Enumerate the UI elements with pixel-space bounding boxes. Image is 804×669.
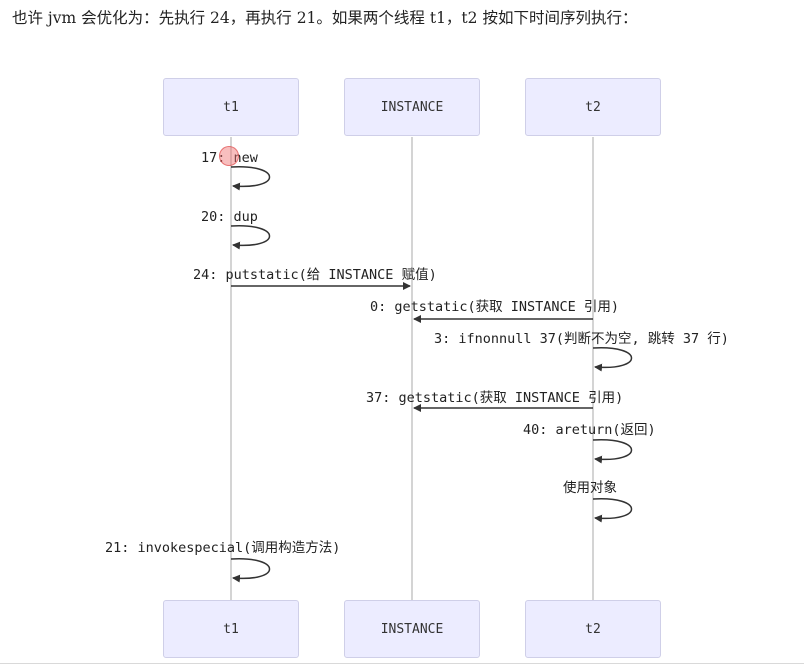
message-label-40: 40: areturn(返回) xyxy=(523,422,656,438)
message-label-use: 使用对象 xyxy=(563,480,617,496)
participant-t1-bottom: t1 xyxy=(163,600,299,658)
participant-t2-bottom: t2 xyxy=(525,600,661,658)
participant-t1-top: t1 xyxy=(163,78,299,136)
divider xyxy=(0,663,804,664)
message-label-3: 3: ifnonnull 37(判断不为空, 跳转 37 行) xyxy=(434,331,729,347)
message-label-37: 37: getstatic(获取 INSTANCE 引用) xyxy=(366,390,624,406)
self-loop-use xyxy=(592,498,633,523)
participant-instance-bottom: INSTANCE xyxy=(344,600,480,658)
self-loop-20 xyxy=(230,225,271,250)
self-loop-40 xyxy=(592,439,633,464)
self-loop-21 xyxy=(230,558,271,583)
message-label-0: 0: getstatic(获取 INSTANCE 引用) xyxy=(370,299,620,315)
message-label-21: 21: invokespecial(调用构造方法) xyxy=(105,540,341,556)
self-loop-3 xyxy=(592,347,633,372)
participant-instance-top: INSTANCE xyxy=(344,78,480,136)
message-label-20: 20: dup xyxy=(201,209,258,225)
cursor-highlight-icon xyxy=(219,146,239,166)
message-label-24: 24: putstatic(给 INSTANCE 赋值) xyxy=(193,267,437,283)
self-loop-17 xyxy=(230,166,271,191)
participant-t2-top: t2 xyxy=(525,78,661,136)
